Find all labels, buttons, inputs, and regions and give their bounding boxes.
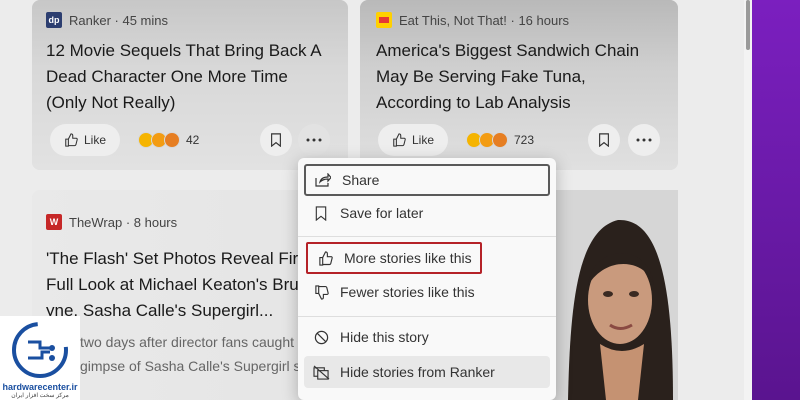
thumbs-up-icon	[65, 133, 78, 147]
menu-item-label: Share	[342, 172, 380, 188]
scrollbar[interactable]	[744, 0, 752, 400]
more-options-button[interactable]	[628, 124, 660, 156]
card-source-row: W TheWrap · 8 hours	[46, 214, 177, 230]
card-source-label: Eat This, Not That! · 16 hours	[399, 12, 570, 28]
block-icon	[312, 328, 330, 346]
menu-item-save-for-later[interactable]: Save for later	[304, 198, 550, 228]
news-card-eatthis[interactable]: Eat This, Not That! · 16 hours America's…	[360, 0, 678, 170]
menu-item-fewer-stories[interactable]: Fewer stories like this	[304, 277, 550, 307]
thewrap-logo-icon: W	[46, 214, 62, 230]
hardwarecenter-logo-icon	[12, 322, 68, 378]
menu-item-label: Save for later	[340, 205, 424, 221]
menu-item-share[interactable]: Share	[304, 164, 550, 196]
menu-item-hide-source[interactable]: Hide stories from Ranker	[304, 356, 550, 388]
thumbs-down-icon	[312, 283, 330, 301]
headline-line: Full Look at Michael Keaton's Bru	[46, 275, 299, 294]
menu-item-more-stories[interactable]: More stories like this	[306, 242, 482, 274]
story-context-menu: Share Save for later More stories like t…	[298, 158, 556, 400]
card-source-row: Eat This, Not That! · 16 hours	[376, 12, 569, 28]
hide-source-icon	[312, 363, 330, 381]
card-source-row: dp Ranker · 45 mins	[46, 12, 168, 28]
ranker-logo-icon: dp	[46, 12, 62, 28]
headline-line: 12 Movie Sequels That Bring Back A	[46, 41, 322, 60]
headline-line: yne, Sasha Calle's Supergirl...	[46, 301, 274, 320]
reaction-count: 723	[514, 133, 535, 147]
desktop-wallpaper	[752, 0, 800, 400]
more-dots-icon	[636, 138, 652, 142]
like-label: Like	[84, 133, 107, 147]
wow-reaction-icon	[492, 132, 508, 148]
menu-item-label: Fewer stories like this	[340, 284, 475, 300]
like-button[interactable]: Like	[378, 124, 449, 156]
headline-line: (Only Not Really)	[46, 93, 176, 112]
site-watermark: hardwarecenter.ir مرکز سخت افزار ایران	[0, 316, 80, 400]
bookmark-icon	[312, 204, 330, 222]
snippet-line: two days after director fans caught	[80, 334, 294, 350]
scrollbar-thumb[interactable]	[746, 0, 750, 50]
headline-line: May Be Serving Fake Tuna,	[376, 67, 586, 86]
story-thumbnail-image[interactable]	[548, 190, 678, 400]
card-headline[interactable]: 12 Movie Sequels That Bring Back A Dead …	[46, 38, 346, 116]
menu-item-label: Hide this story	[340, 329, 429, 345]
menu-item-hide-story[interactable]: Hide this story	[304, 322, 550, 352]
thumbs-up-icon	[316, 249, 334, 267]
more-dots-icon	[306, 138, 322, 142]
menu-divider	[298, 316, 556, 317]
portrait-photo-icon	[548, 190, 678, 400]
headline-line: America's Biggest Sandwich Chain	[376, 41, 640, 60]
headline-line: According to Lab Analysis	[376, 93, 571, 112]
watermark-domain: hardwarecenter.ir	[2, 382, 78, 392]
menu-item-label: More stories like this	[344, 250, 472, 266]
card-source-label: TheWrap · 8 hours	[69, 214, 178, 230]
bookmark-icon	[599, 133, 609, 147]
news-card-ranker[interactable]: dp Ranker · 45 mins 12 Movie Sequels Tha…	[32, 0, 348, 170]
watermark-tagline: مرکز سخت افزار ایران	[11, 393, 69, 399]
more-options-button[interactable]	[298, 124, 330, 156]
snippet-line: gimpse of Sasha Calle's Supergirl suit	[80, 358, 302, 374]
reaction-count: 42	[186, 133, 200, 147]
card-source-label: Ranker · 45 mins	[69, 12, 168, 28]
save-button[interactable]	[588, 124, 620, 156]
share-icon	[314, 171, 332, 189]
thumbs-up-icon	[393, 133, 406, 147]
eatthis-logo-icon	[376, 12, 392, 28]
bookmark-icon	[271, 133, 281, 147]
card-headline[interactable]: America's Biggest Sandwich Chain May Be …	[376, 38, 676, 116]
card-snippet: two days after director fans caught gimp…	[80, 330, 302, 378]
like-label: Like	[412, 133, 435, 147]
reactions-summary[interactable]: 723	[466, 132, 534, 148]
save-button[interactable]	[260, 124, 292, 156]
like-button[interactable]: Like	[50, 124, 121, 156]
menu-divider	[298, 236, 556, 237]
card-headline[interactable]: 'The Flash' Set Photos Reveal Firs Full …	[46, 246, 316, 324]
menu-item-label: Hide stories from Ranker	[340, 364, 495, 380]
headline-line: 'The Flash' Set Photos Reveal Firs	[46, 249, 307, 268]
reactions-summary[interactable]: 42	[138, 132, 199, 148]
wow-reaction-icon	[164, 132, 180, 148]
headline-line: Dead Character One More Time	[46, 67, 288, 86]
